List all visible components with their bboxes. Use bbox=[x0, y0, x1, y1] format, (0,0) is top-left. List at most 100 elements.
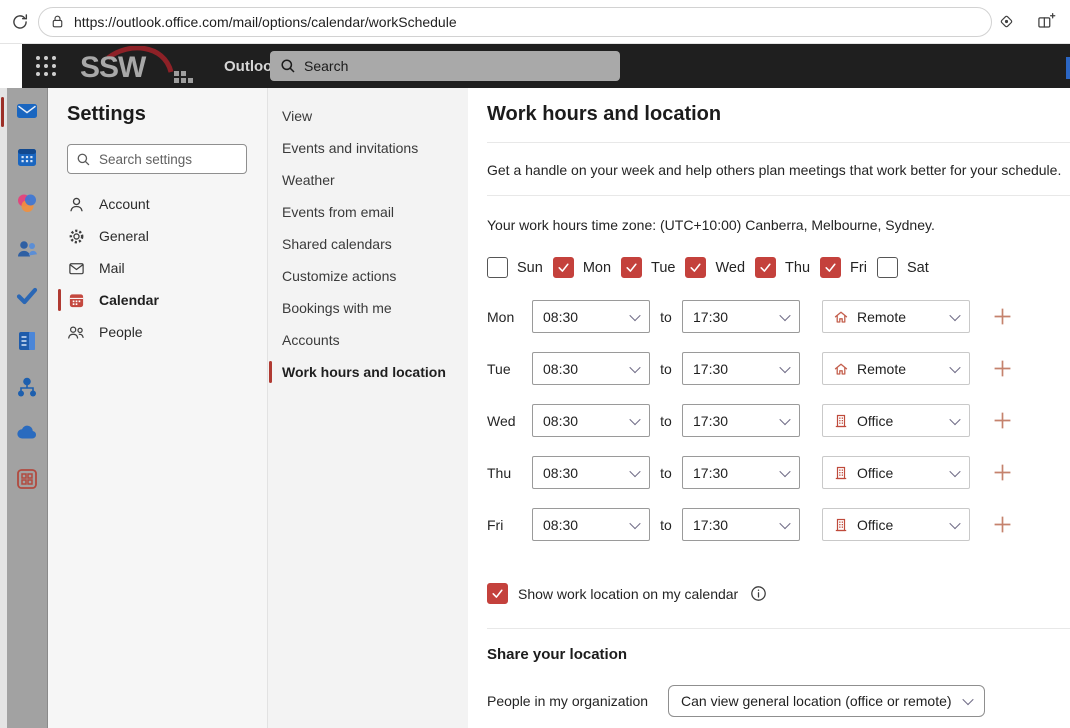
search-bar[interactable]: Search bbox=[270, 51, 620, 81]
screen: https://outlook.office.com/mail/options/… bbox=[0, 0, 1070, 728]
divider bbox=[487, 195, 1070, 196]
settings-item-general[interactable]: General bbox=[67, 220, 267, 252]
location-dropdown[interactable]: Remote bbox=[822, 300, 970, 333]
day-checkbox-sun[interactable]: Sun bbox=[487, 257, 543, 278]
checkbox[interactable] bbox=[553, 257, 574, 278]
chevron-down-icon bbox=[779, 309, 790, 320]
start-time-dropdown[interactable]: 08:30 bbox=[532, 404, 650, 437]
menu-item-events-and-invitations[interactable]: Events and invitations bbox=[282, 132, 468, 164]
checkbox[interactable] bbox=[621, 257, 642, 278]
search-placeholder: Search bbox=[304, 58, 348, 74]
settings-item-people[interactable]: People bbox=[67, 316, 267, 348]
settings-sidebar: Settings Account bbox=[48, 88, 267, 728]
day-checkbox-thu[interactable]: Thu bbox=[755, 257, 810, 278]
tracking-prevention-icon[interactable] bbox=[992, 8, 1020, 36]
checkbox[interactable] bbox=[755, 257, 776, 278]
share-permission-dropdown[interactable]: Can view general location (office or rem… bbox=[668, 685, 985, 717]
settings-item-calendar[interactable]: Calendar bbox=[67, 284, 267, 316]
checkbox[interactable] bbox=[820, 257, 841, 278]
ssw-logo: SSW bbox=[78, 46, 196, 86]
selected-app-indicator bbox=[1, 97, 4, 127]
end-time-dropdown[interactable]: 17:30 bbox=[682, 456, 800, 489]
checkbox[interactable] bbox=[685, 257, 706, 278]
menu-item-view[interactable]: View bbox=[282, 100, 468, 132]
location-dropdown[interactable]: Remote bbox=[822, 352, 970, 385]
reload-icon[interactable] bbox=[6, 8, 34, 36]
end-time-dropdown[interactable]: 17:30 bbox=[682, 352, 800, 385]
start-time-dropdown[interactable]: 08:30 bbox=[532, 352, 650, 385]
chevron-down-icon bbox=[779, 465, 790, 476]
menu-item-events-from-email[interactable]: Events from email bbox=[282, 196, 468, 228]
copilot-icon[interactable] bbox=[14, 190, 40, 216]
show-work-location-setting: Show work location on my calendar bbox=[487, 583, 1070, 604]
info-icon[interactable] bbox=[750, 585, 767, 602]
end-time-dropdown[interactable]: 17:30 bbox=[682, 300, 800, 333]
settings-search-box[interactable] bbox=[67, 144, 247, 174]
home-icon bbox=[833, 309, 849, 325]
add-time-slot-button[interactable] bbox=[990, 357, 1014, 381]
day-checkbox-mon[interactable]: Mon bbox=[553, 257, 611, 278]
settings-item-mail[interactable]: Mail bbox=[67, 252, 267, 284]
chevron-down-icon bbox=[629, 465, 640, 476]
menu-item-work-hours-and-location[interactable]: Work hours and location bbox=[282, 356, 468, 388]
menu-item-shared-calendars[interactable]: Shared calendars bbox=[282, 228, 468, 260]
mail-icon[interactable] bbox=[14, 98, 40, 124]
split-screen-icon[interactable] bbox=[1032, 8, 1060, 36]
envelope-icon bbox=[67, 259, 85, 277]
url-text: https://outlook.office.com/mail/options/… bbox=[74, 14, 457, 30]
location-dropdown[interactable]: Office bbox=[822, 456, 970, 489]
show-location-checkbox[interactable] bbox=[487, 583, 508, 604]
work-hours-row-fri: Fri 08:30 to 17:30 bbox=[487, 508, 1070, 541]
settings-item-account[interactable]: Account bbox=[67, 188, 267, 220]
chevron-down-icon bbox=[629, 413, 640, 424]
building-icon bbox=[833, 413, 849, 429]
end-time-dropdown[interactable]: 17:30 bbox=[682, 508, 800, 541]
menu-item-weather[interactable]: Weather bbox=[282, 164, 468, 196]
day-checkbox-wed[interactable]: Wed bbox=[685, 257, 745, 278]
building-icon bbox=[833, 465, 849, 481]
person-icon bbox=[67, 195, 85, 213]
start-time-dropdown[interactable]: 08:30 bbox=[532, 300, 650, 333]
todo-check-icon[interactable] bbox=[14, 282, 40, 308]
menu-item-customize-actions[interactable]: Customize actions bbox=[282, 260, 468, 292]
menu-item-accounts[interactable]: Accounts bbox=[282, 324, 468, 356]
day-checkbox-sat[interactable]: Sat bbox=[877, 257, 929, 278]
start-time-dropdown[interactable]: 08:30 bbox=[532, 456, 650, 489]
work-days-checkboxes: Sun Mon Tue Wed Thu bbox=[487, 257, 1070, 278]
chevron-down-icon bbox=[779, 413, 790, 424]
org-chart-icon[interactable] bbox=[14, 374, 40, 400]
lock-icon bbox=[49, 13, 66, 30]
gear-icon bbox=[67, 227, 85, 245]
people-icon bbox=[67, 323, 85, 341]
checkbox[interactable] bbox=[487, 257, 508, 278]
search-icon bbox=[76, 152, 91, 167]
start-time-dropdown[interactable]: 08:30 bbox=[532, 508, 650, 541]
add-time-slot-button[interactable] bbox=[990, 461, 1014, 485]
calendar-icon[interactable] bbox=[14, 144, 40, 170]
add-time-slot-button[interactable] bbox=[990, 305, 1014, 329]
settings-search-input[interactable] bbox=[97, 151, 238, 168]
day-checkbox-tue[interactable]: Tue bbox=[621, 257, 675, 278]
search-icon bbox=[280, 58, 296, 74]
settings-title: Settings bbox=[67, 100, 267, 128]
divider bbox=[487, 628, 1070, 629]
chevron-down-icon bbox=[629, 517, 640, 528]
row-day-label: Wed bbox=[487, 413, 532, 429]
app-launcher-icon[interactable] bbox=[28, 48, 64, 84]
people-icon[interactable] bbox=[14, 236, 40, 262]
cloud-icon[interactable] bbox=[14, 420, 40, 446]
location-dropdown[interactable]: Office bbox=[822, 404, 970, 437]
location-dropdown[interactable]: Office bbox=[822, 508, 970, 541]
end-time-dropdown[interactable]: 17:30 bbox=[682, 404, 800, 437]
more-apps-icon[interactable] bbox=[14, 466, 40, 492]
add-time-slot-button[interactable] bbox=[990, 513, 1014, 537]
add-time-slot-button[interactable] bbox=[990, 409, 1014, 433]
menu-item-bookings-with-me[interactable]: Bookings with me bbox=[282, 292, 468, 324]
browser-address-bar: https://outlook.office.com/mail/options/… bbox=[0, 0, 1070, 44]
url-bar[interactable]: https://outlook.office.com/mail/options/… bbox=[38, 7, 992, 37]
share-location-row: People in my organization Can view gener… bbox=[487, 685, 1070, 717]
checkbox[interactable] bbox=[877, 257, 898, 278]
header-edge-element bbox=[1066, 57, 1070, 79]
day-checkbox-fri[interactable]: Fri bbox=[820, 257, 867, 278]
notebook-icon[interactable] bbox=[14, 328, 40, 354]
